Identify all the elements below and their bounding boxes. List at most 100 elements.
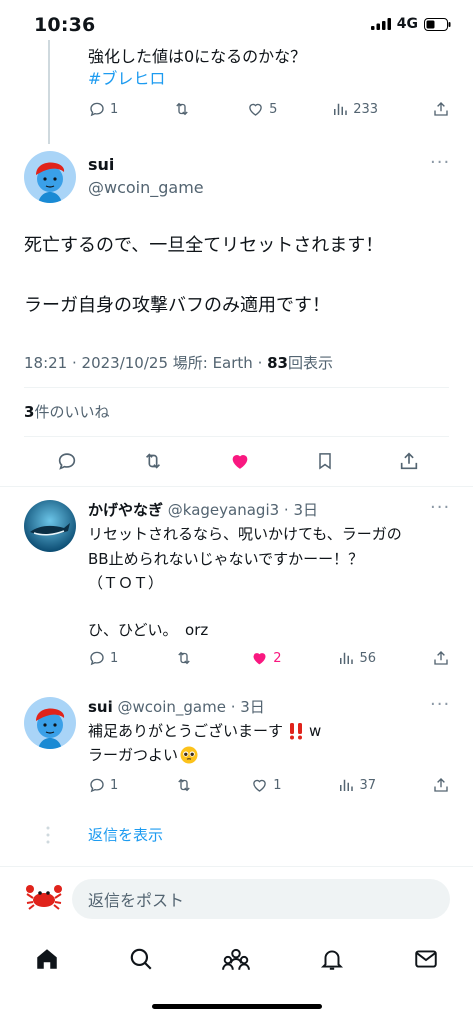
heart-filled-icon (253, 653, 266, 665)
views-label: 回表示 (287, 354, 333, 372)
heart-outline-icon (249, 103, 262, 116)
handle[interactable]: @wcoin_game (88, 178, 204, 197)
home-indicator (152, 1004, 322, 1009)
thread-line (48, 40, 50, 144)
views-button[interactable]: 37 (337, 776, 376, 794)
avatar[interactable] (24, 151, 76, 203)
bookmark-icon[interactable] (315, 450, 335, 472)
share-icon (434, 651, 448, 665)
crab-avatar-icon[interactable] (24, 880, 64, 914)
reply-count: 1 (110, 777, 119, 793)
main-tweet-actions (56, 450, 420, 472)
share-icon[interactable] (398, 450, 420, 472)
prev-tweet-hashtag[interactable]: #ブレヒロ (88, 68, 165, 90)
search-icon[interactable] (128, 946, 154, 972)
signal-icon (370, 18, 391, 30)
share-icon (434, 102, 448, 116)
divider (0, 866, 473, 867)
avatar-image (36, 162, 65, 203)
tweet-text-line1: 死亡するので、一旦全てリセットされます！ (24, 235, 384, 256)
thread-dots-icon (46, 826, 50, 844)
reply-input-placeholder: 返信をポスト (88, 891, 185, 910)
retweet-button[interactable] (174, 649, 194, 667)
notifications-icon[interactable] (319, 946, 345, 972)
reply-icon[interactable] (56, 450, 78, 472)
tweet-text-line2: ラーガ自身の攻撃バフのみ適用です！ (24, 295, 330, 316)
tweet-meta: 18:21 · 2023/10/25 場所: Earth · 83回表示 (24, 352, 333, 373)
reply-button[interactable]: 1 (88, 649, 118, 667)
show-replies-link[interactable]: 返信を表示 (88, 824, 163, 845)
share-button[interactable] (432, 649, 450, 667)
avatar[interactable] (24, 500, 76, 552)
reply-input[interactable]: 返信をポスト (72, 879, 450, 919)
likes-number: 3 (24, 403, 35, 421)
pleading-face-icon (180, 746, 198, 764)
display-name[interactable]: sui (88, 698, 113, 716)
like-button[interactable]: 5 (246, 100, 277, 118)
network-label: 4G (396, 16, 418, 32)
more-options-icon[interactable]: ··· (430, 152, 450, 173)
retweet-icon (178, 778, 190, 792)
avatar-image (36, 708, 65, 749)
prev-tweet-actions: 1 5 233 (88, 100, 450, 118)
views-number: 83 (267, 354, 288, 372)
retweet-icon (178, 651, 190, 665)
like-count: 5 (269, 101, 278, 117)
divider (0, 486, 473, 487)
prev-tweet-text: 強化した値は0になるのかな？ (88, 47, 307, 66)
bottom-nav (0, 934, 473, 984)
share-button[interactable] (432, 100, 450, 118)
handle-and-age[interactable]: @wcoin_game · 3日 (118, 698, 265, 716)
retweet-icon[interactable] (141, 450, 165, 472)
status-time: 10:36 (34, 14, 96, 36)
avatar-image (30, 523, 70, 536)
like-count: 2 (273, 650, 282, 666)
like-count: 1 (273, 777, 282, 793)
views-icon (340, 779, 354, 791)
reply-icon (90, 651, 104, 666)
reply-text-line4: ひ、ひどい。 orz (88, 621, 209, 639)
more-options-icon[interactable]: ··· (430, 497, 450, 518)
reply-text: 補足ありがとうございまーす (88, 722, 284, 740)
reply-count: 1 (110, 101, 119, 117)
reply-text-suffix: w (309, 722, 322, 740)
communities-icon[interactable] (222, 946, 251, 972)
views-button[interactable]: 56 (337, 649, 376, 667)
more-options-icon[interactable]: ··· (430, 694, 450, 715)
divider (24, 436, 449, 437)
double-exclamation-icon (290, 723, 303, 740)
display-name[interactable]: sui (88, 155, 114, 174)
display-name[interactable]: かげやなぎ (88, 501, 163, 519)
likes-summary[interactable]: 3件のいいね (24, 401, 109, 422)
avatar[interactable] (24, 697, 76, 749)
divider (24, 387, 449, 388)
reply-header: かげやなぎ @kageyanagi3 · 3日 (88, 499, 318, 520)
views-icon (334, 103, 347, 115)
heart-outline-icon (253, 779, 267, 792)
home-icon[interactable] (34, 946, 60, 972)
like-button[interactable]: 2 (250, 649, 282, 667)
reply-text-line2: ラーガつよい (88, 744, 198, 766)
share-button[interactable] (432, 776, 450, 794)
reply-button[interactable]: 1 (88, 776, 118, 794)
reply-text-line1: リセットされるなら、呪いかけても、ラーガの (88, 525, 402, 543)
reply1-actions: 1 2 56 (88, 649, 450, 667)
status-indicators: 4G (370, 16, 451, 32)
tweet-timestamp: 18:21 · 2023/10/25 場所: Earth · (24, 354, 268, 372)
messages-icon[interactable] (413, 946, 439, 972)
handle-and-age[interactable]: @kageyanagi3 · 3日 (168, 501, 318, 519)
retweet-button[interactable] (174, 776, 194, 794)
reply-button[interactable]: 1 (88, 100, 118, 118)
views-count: 233 (353, 101, 379, 117)
reply-text-line3: （ＴＯＴ） (88, 574, 164, 592)
reply-text: ラーガつよい (88, 746, 179, 764)
views-button[interactable]: 233 (331, 100, 378, 118)
retweet-button[interactable] (172, 100, 192, 118)
share-icon (434, 778, 448, 792)
views-count: 37 (359, 777, 377, 793)
reply-icon (90, 778, 104, 793)
like-button[interactable]: 1 (250, 776, 282, 794)
heart-filled-icon[interactable] (228, 450, 252, 472)
reply-count: 1 (110, 650, 119, 666)
reply-icon (90, 102, 104, 117)
